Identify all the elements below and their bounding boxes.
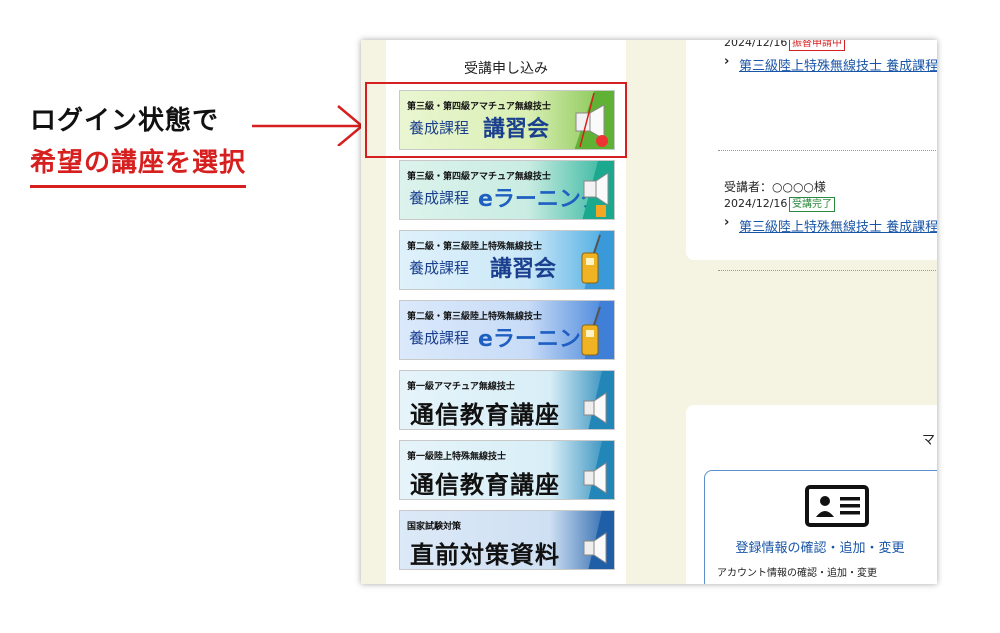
- application-history-card: 2024/12/16 振替申請中 › 第三級陸上特殊無線技士 養成課程 受講者：…: [686, 40, 937, 271]
- banner-qualification: 第一級アマチュア無線技士: [407, 382, 515, 392]
- selection-highlight: [365, 82, 627, 158]
- banner-exam-prep[interactable]: 国家試験対策 直前対策資料: [399, 510, 615, 570]
- megaphone-icon: [582, 161, 614, 219]
- banner-qualification: 第一級陸上特殊無線技士: [407, 452, 507, 462]
- divider: [718, 150, 937, 151]
- application-date: 2024/12/16: [724, 197, 788, 210]
- registration-info-card[interactable]: 登録情報の確認・追加・変更 アカウント情報の確認・追加・変更: [704, 470, 937, 584]
- radio-icon: [581, 231, 614, 289]
- application-date: 2024/12/16: [724, 40, 788, 49]
- id-card-icon: [805, 485, 869, 527]
- banner-course-type: 直前対策資料: [410, 541, 560, 569]
- annotation-line-2: 希望の講座を選択: [30, 142, 247, 188]
- banner-land2-3-course[interactable]: 第二級・第三級陸上特殊無線技士 養成課程 講習会: [399, 230, 615, 290]
- banner-subtitle: 養成課程: [409, 189, 470, 207]
- mypage-heading: マ: [922, 433, 936, 448]
- annotation-line-1: ログイン状態で: [30, 106, 220, 136]
- status-badge: 振替申請中: [789, 40, 845, 51]
- megaphone-icon: [583, 371, 614, 429]
- banner-ham1-correspondence[interactable]: 第一級アマチュア無線技士 通信教育講座: [399, 370, 615, 430]
- banner-subtitle: 養成課程: [409, 259, 470, 277]
- sidebar-title: 受講申し込み: [464, 61, 548, 77]
- banner-course-type: 通信教育講座: [410, 401, 560, 429]
- banner-course-type: 講習会: [490, 257, 557, 282]
- banner-qualification: 国家試験対策: [407, 522, 462, 532]
- banner-land1-correspondence[interactable]: 第一級陸上特殊無線技士 通信教育講座: [399, 440, 615, 500]
- chevron-right-icon: ›: [724, 215, 730, 230]
- registration-info-link[interactable]: 登録情報の確認・追加・変更: [705, 537, 935, 556]
- arrow-right-icon: [252, 105, 364, 146]
- student-name: 受講者：○○○○様: [724, 180, 826, 194]
- registration-info-description: アカウント情報の確認・追加・変更: [717, 568, 877, 579]
- divider: [718, 270, 937, 271]
- application-link[interactable]: 第三級陸上特殊無線技士 養成課程: [739, 55, 937, 74]
- chevron-right-icon: ›: [724, 54, 730, 69]
- banner-ham3-4-elearning[interactable]: 第三級・第四級アマチュア無線技士 養成課程 eラーニング: [399, 160, 615, 220]
- banner-land2-3-elearning[interactable]: 第二級・第三級陸上特殊無線技士 養成課程 eラーニング: [399, 300, 615, 360]
- megaphone-icon: [583, 441, 614, 499]
- banner-course-type: 通信教育講座: [410, 471, 560, 499]
- status-badge: 受講完了: [789, 197, 835, 212]
- banner-subtitle: 養成課程: [409, 329, 470, 347]
- megaphone-icon: [583, 511, 614, 569]
- application-link[interactable]: 第三級陸上特殊無線技士 養成課程: [739, 216, 937, 235]
- radio-icon: [581, 301, 614, 359]
